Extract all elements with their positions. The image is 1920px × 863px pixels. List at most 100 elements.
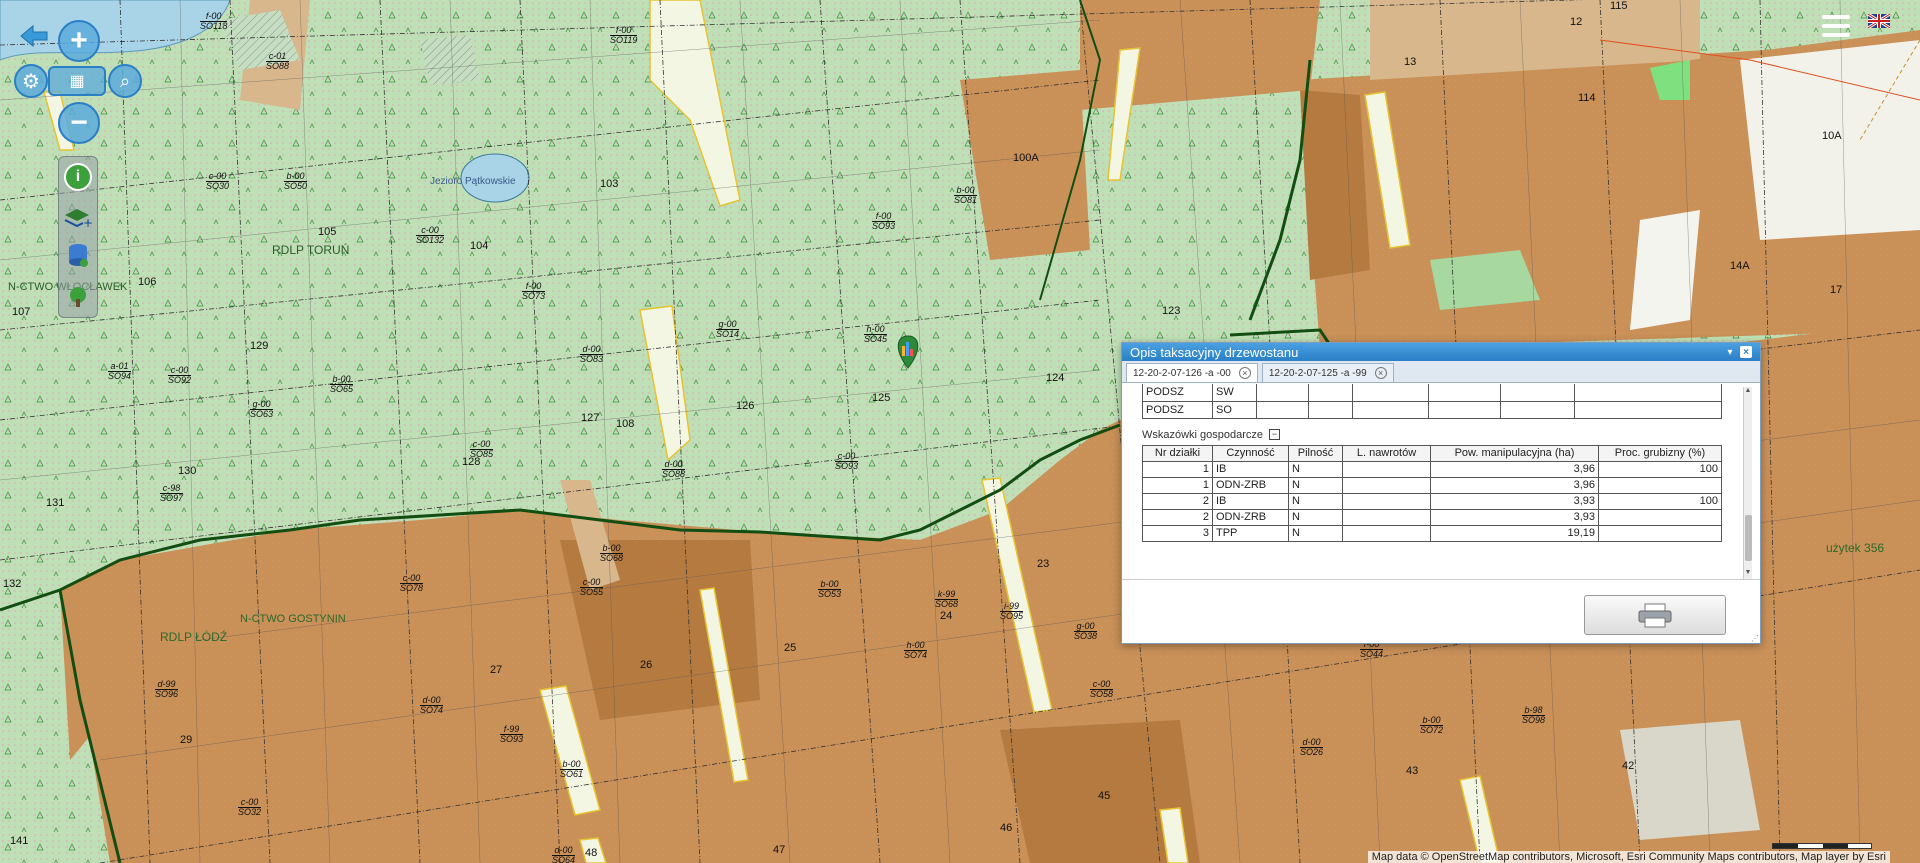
back-button[interactable] — [14, 20, 54, 52]
map-label: 13 — [1404, 56, 1417, 68]
minimize-icon[interactable]: ▾ — [1724, 346, 1736, 358]
column-header: Pilność — [1288, 444, 1343, 462]
parcel-label: b-00 SO50 — [284, 172, 308, 191]
table-cell — [1342, 508, 1431, 526]
scroll-down-icon[interactable]: ▼ — [1744, 569, 1752, 579]
parcel-code: c-00 — [421, 225, 439, 235]
parcel-label: d-00 SO88 — [662, 459, 686, 479]
collapse-icon[interactable]: − — [1269, 429, 1281, 440]
tab-close-icon[interactable]: × — [1238, 367, 1251, 379]
scale-bar — [1772, 843, 1872, 849]
map-label: 46 — [1000, 822, 1013, 834]
table-cell: N — [1288, 508, 1343, 526]
info-button[interactable]: i — [64, 163, 92, 192]
column-header: L. nawrotów — [1342, 444, 1431, 462]
parcel-label: b-98 SO98 — [1522, 705, 1546, 725]
parcel-species: SO68 — [935, 599, 959, 609]
resize-grip-icon[interactable]: ⋰ — [1751, 634, 1759, 643]
parcel-species: SO38 — [1074, 631, 1098, 641]
parcel-code: g-00 — [1076, 621, 1095, 631]
map-label: 12 — [1570, 16, 1583, 28]
panel-scrollbar[interactable]: ▲ ▼ — [1743, 387, 1752, 579]
panel-content[interactable]: PODSZ SW PODSZ SO Wskazówki gospodarcze … — [1122, 384, 1746, 580]
parcel-species: SO92 — [168, 375, 192, 385]
tab-label: 12-20-2-07-126 -a -00 — [1133, 367, 1231, 379]
layer-cell: PODSZ — [1142, 384, 1213, 402]
tab-close-icon[interactable]: × — [1374, 367, 1387, 379]
parcel-code: c-00 — [402, 573, 421, 583]
parcel-code: i-99 — [1004, 601, 1020, 611]
panel-titlebar[interactable]: Opis taksacyjny drzewostanu ▾ × — [1122, 343, 1760, 361]
tab-label: 12-20-2-07-125 -a -99 — [1268, 367, 1367, 379]
scroll-up-icon[interactable]: ▲ — [1744, 387, 1752, 397]
map-label: 126 — [736, 400, 755, 412]
section-title: Wskazówki gospodarcze — [1142, 428, 1264, 441]
close-icon[interactable]: × — [1740, 346, 1752, 358]
zoom-in-button[interactable]: + — [58, 20, 100, 62]
parcel-label: b-00 SO81 — [954, 186, 978, 205]
table-row: 1 IB N 3,96 100 — [1142, 460, 1722, 478]
map-label: 45 — [1098, 790, 1111, 802]
parcel-species: SO81 — [954, 195, 978, 205]
tab-stand-126[interactable]: 12-20-2-07-126 -a -00 × — [1126, 363, 1258, 382]
section-header: Wskazówki gospodarcze − — [1142, 429, 1726, 441]
parcel-label: g-00 SO14 — [716, 319, 740, 339]
map-label: 43 — [1406, 765, 1419, 777]
parcel-label: f-00 SO118 — [200, 12, 228, 31]
map-label: 10A — [1822, 130, 1842, 142]
parcel-code: c-00 — [208, 171, 227, 181]
map-label: 107 — [12, 306, 31, 318]
parcel-code: b-98 — [1524, 705, 1543, 715]
map-label: 124 — [1046, 372, 1065, 384]
tab-stand-125[interactable]: 12-20-2-07-125 -a -99 × — [1261, 363, 1394, 382]
settings-icon: ⚙ — [22, 70, 40, 93]
parcel-code: d-00 — [422, 695, 441, 705]
parcel-code: c-00 — [170, 365, 189, 375]
language-button[interactable] — [1867, 12, 1891, 30]
parcel-label: f-99 SO93 — [500, 725, 524, 744]
parcel-species: SO78 — [400, 583, 424, 593]
search-button[interactable]: ⌕ — [108, 64, 142, 98]
layers-button[interactable]: ▦ — [48, 66, 106, 96]
menu-button[interactable] — [1816, 8, 1856, 44]
panel-tabs: 12-20-2-07-126 -a -00 × 12-20-2-07-125 -… — [1122, 361, 1760, 383]
tool-strip: i + — [58, 156, 98, 318]
parcel-code: b-00 — [1422, 715, 1441, 725]
map-attribution: Map data © OpenStreetMap contributors, M… — [1367, 851, 1890, 863]
parcel-code: d-00 — [1302, 737, 1321, 747]
table-cell: 3 — [1142, 524, 1213, 542]
scroll-thumb[interactable] — [1745, 515, 1752, 561]
svg-text:+: + — [83, 216, 93, 229]
stand-description-panel[interactable]: Opis taksacyjny drzewostanu ▾ × 12-20-2-… — [1121, 342, 1761, 644]
species-cell: SW — [1212, 384, 1257, 402]
parcel-code: c-00 — [472, 439, 491, 449]
table-row: PODSZ SW — [1142, 384, 1722, 402]
tree-button[interactable] — [64, 283, 92, 311]
parcel-label: b-00 SO72 — [1420, 715, 1444, 735]
map-label: 14A — [1730, 260, 1750, 272]
parcel-species: SO30 — [206, 181, 230, 191]
parcel-code: g-00 — [718, 319, 737, 329]
info-icon: i — [75, 168, 81, 186]
parcel-species: SO88 — [662, 469, 686, 479]
parcel-species: SO14 — [716, 329, 740, 339]
database-button[interactable] — [64, 242, 92, 270]
parcel-species: SO58 — [1090, 689, 1114, 699]
print-button[interactable] — [1584, 595, 1726, 635]
settings-button[interactable]: ⚙ — [14, 64, 48, 98]
parcel-label: c-00 SO132 — [416, 225, 445, 245]
map-label: użytek 356 — [1826, 541, 1885, 555]
parcel-code: d-99 — [157, 679, 176, 689]
parcel-code: d-00 — [582, 344, 601, 354]
parcel-label: b-00 SO68 — [600, 544, 624, 563]
add-layer-icon: + — [64, 208, 93, 229]
parcel-code: d-00 — [554, 845, 573, 855]
map-label: 115 — [1610, 0, 1628, 12]
map-label: 25 — [784, 642, 797, 654]
map-label: 104 — [470, 240, 489, 252]
zoom-out-button[interactable]: − — [58, 102, 100, 144]
add-layer-button[interactable]: + — [63, 204, 93, 230]
map-label: 114 — [1578, 92, 1596, 104]
column-header: Nr działki — [1142, 444, 1213, 462]
parcel-code: d-00 — [664, 459, 683, 469]
